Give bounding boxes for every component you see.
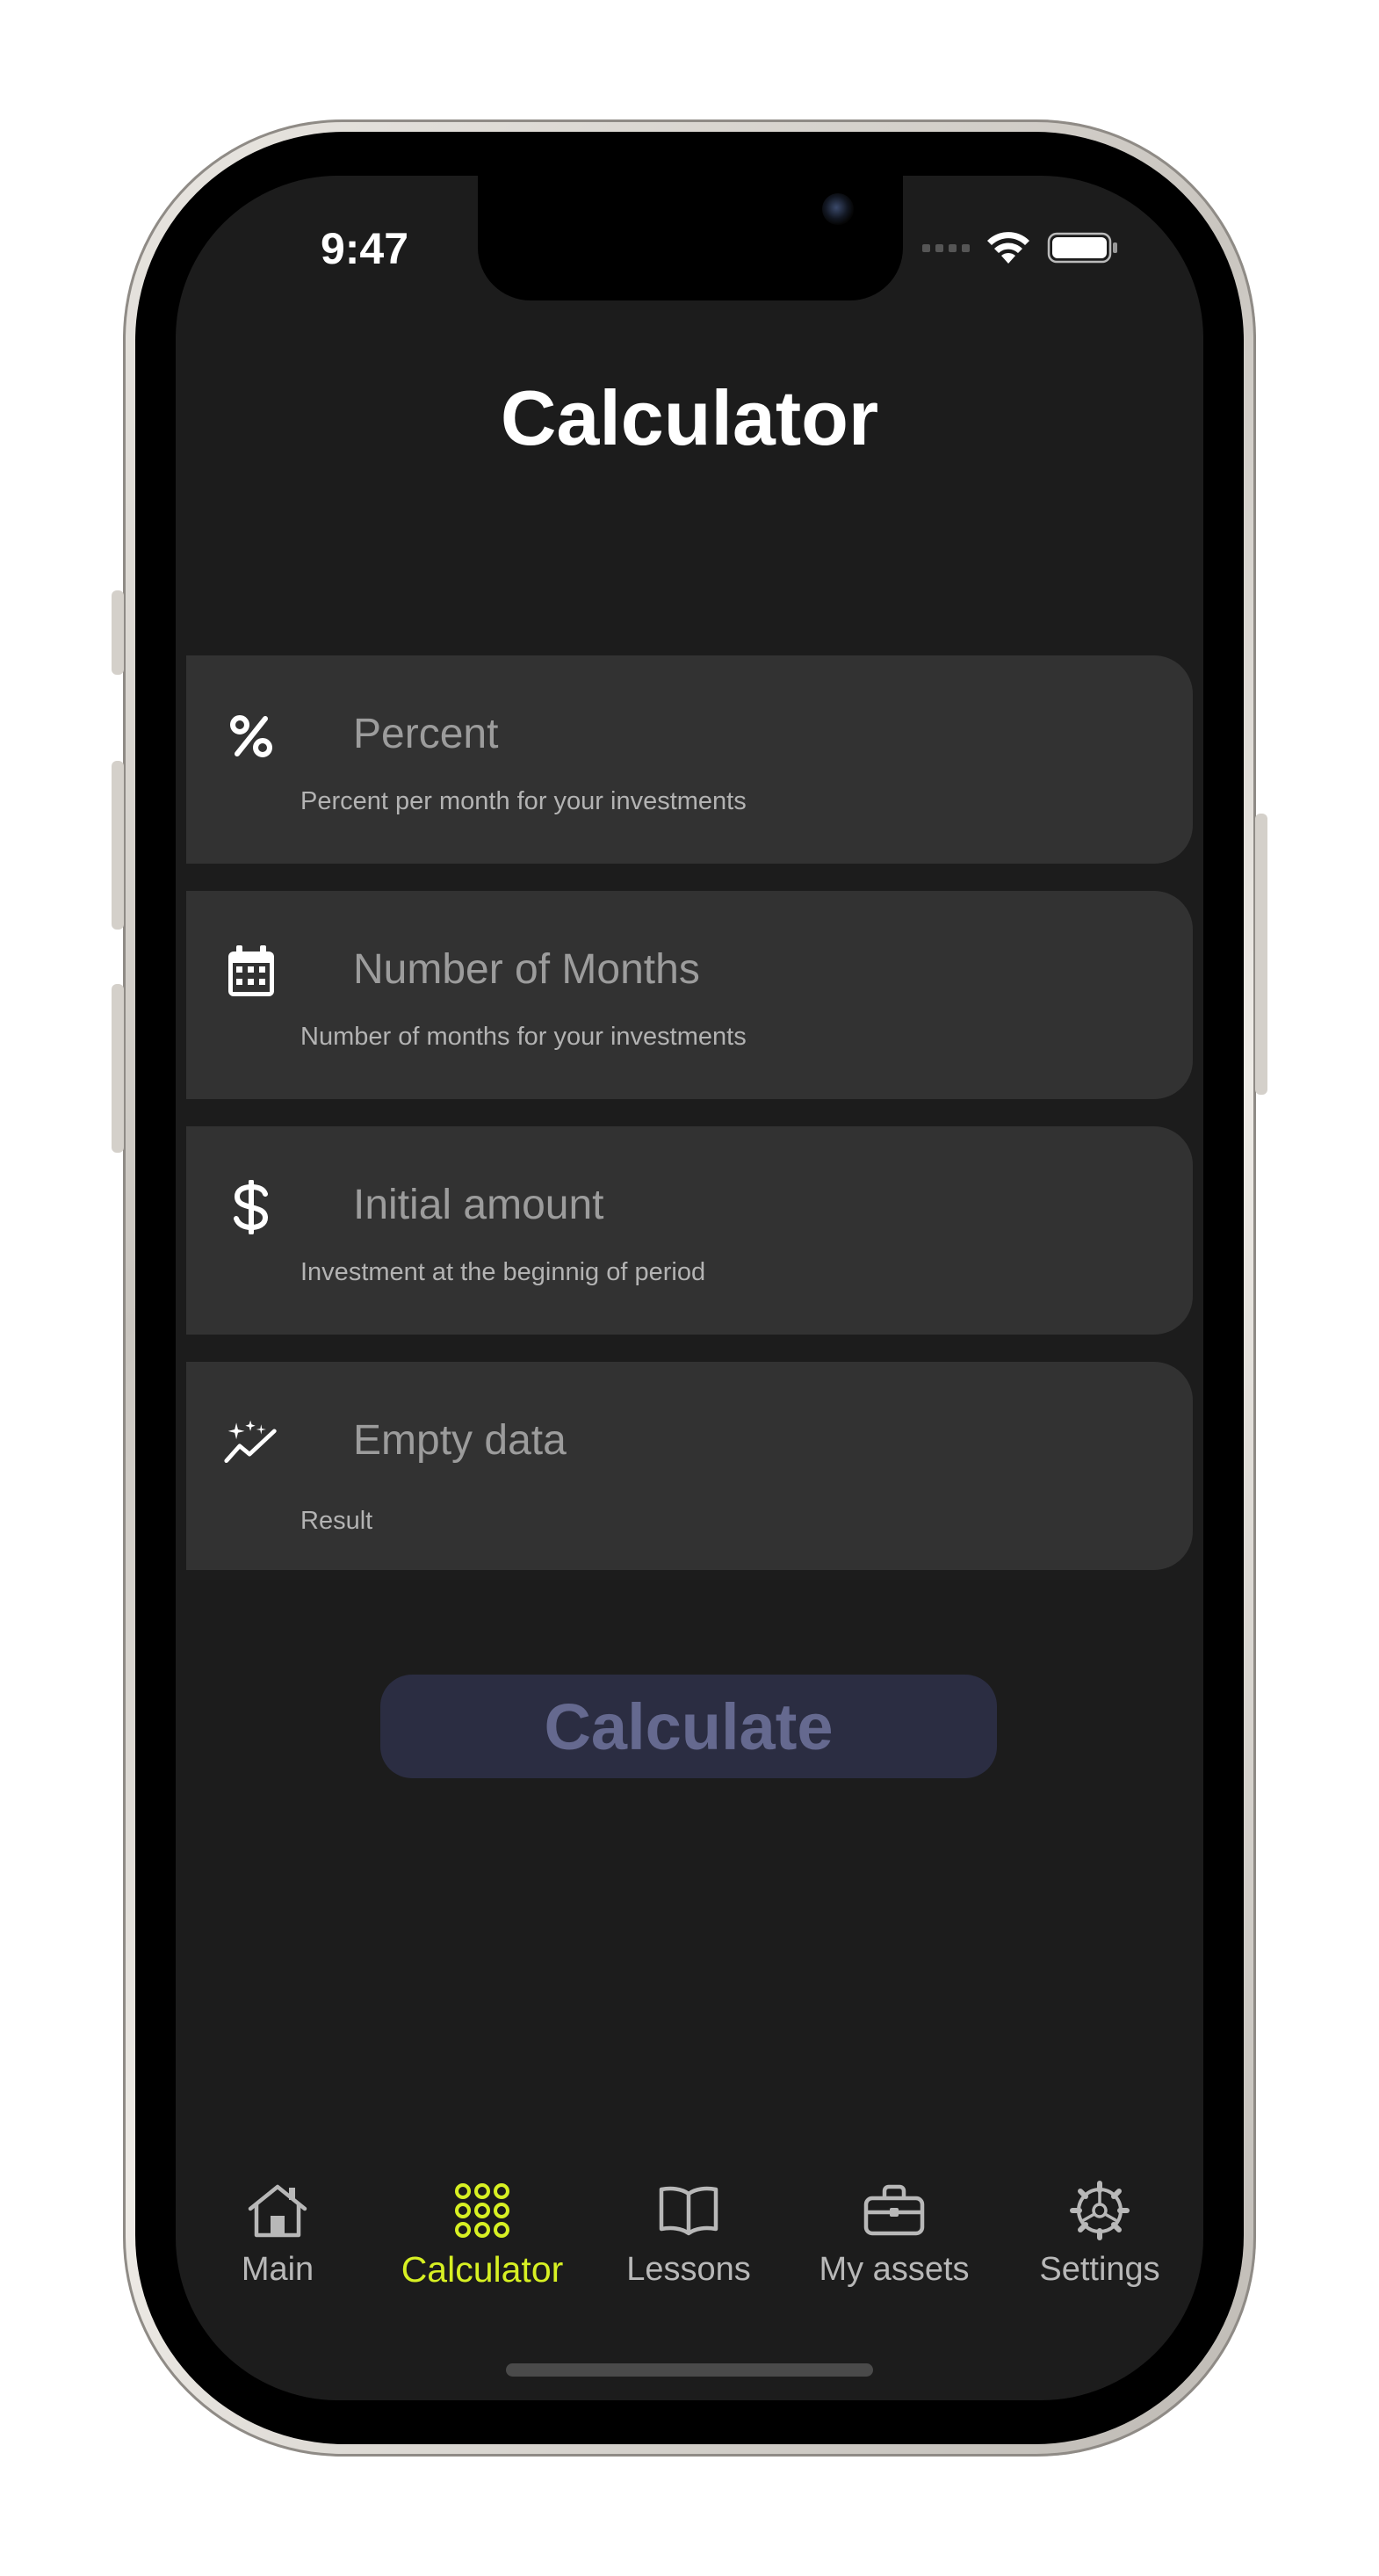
tab-calculator[interactable]: Calculator	[386, 2179, 579, 2290]
power-button	[1255, 814, 1267, 1095]
percent-placeholder[interactable]: Percent	[353, 710, 498, 758]
tab-lessons[interactable]: Lessons	[592, 2179, 785, 2289]
calendar-icon	[223, 944, 279, 1000]
volume-up-button	[112, 761, 124, 930]
percent-help-text: Percent per month for your investments	[300, 787, 747, 815]
calculator-grid-icon	[386, 2179, 579, 2242]
initial-amount-field[interactable]: Initial amount Investment at the beginni…	[186, 1126, 1193, 1335]
tab-lessons-label: Lessons	[626, 2251, 751, 2288]
screen: 9:47 Calculator Percent Percent per mont…	[176, 176, 1203, 2400]
percent-field[interactable]: Percent Percent per month for your inves…	[186, 655, 1193, 864]
months-field[interactable]: Number of Months Number of months for yo…	[186, 891, 1193, 1099]
tab-main-label: Main	[241, 2251, 314, 2288]
book-icon	[592, 2179, 785, 2242]
tab-settings[interactable]: Settings	[1003, 2179, 1196, 2289]
percent-icon	[223, 708, 279, 764]
volume-down-button	[112, 984, 124, 1153]
wifi-icon	[987, 232, 1029, 264]
months-placeholder[interactable]: Number of Months	[353, 945, 700, 994]
front-camera	[822, 193, 854, 225]
tab-main[interactable]: Main	[181, 2179, 374, 2289]
result-field: Empty data Result	[186, 1362, 1193, 1570]
cellular-signal-icon	[922, 243, 970, 252]
notch	[478, 176, 903, 300]
months-help-text: Number of months for your investments	[300, 1023, 747, 1051]
sparkle-chart-icon	[223, 1415, 279, 1471]
tab-my-assets[interactable]: My assets	[798, 2179, 991, 2289]
tab-my-assets-label: My assets	[819, 2251, 970, 2288]
gear-icon	[1003, 2179, 1196, 2242]
battery-icon	[1047, 232, 1117, 264]
dollar-icon	[223, 1179, 279, 1235]
tab-calculator-label: Calculator	[401, 2249, 564, 2290]
home-icon	[181, 2179, 374, 2242]
page-title: Calculator	[500, 374, 879, 461]
status-time: 9:47	[320, 224, 409, 273]
status-indicators	[922, 230, 1119, 265]
calculate-button[interactable]: Calculate	[380, 1675, 997, 1778]
result-value: Empty data	[353, 1417, 567, 1464]
tab-bar: Main Calculator Lessons My assets Settin…	[176, 2179, 1203, 2311]
tab-settings-label: Settings	[1039, 2251, 1160, 2288]
briefcase-icon	[798, 2179, 991, 2242]
home-indicator[interactable]	[506, 2363, 873, 2377]
result-help-text: Result	[300, 1507, 373, 1535]
initial-amount-placeholder[interactable]: Initial amount	[353, 1181, 604, 1229]
initial-amount-help-text: Investment at the beginnig of period	[300, 1258, 706, 1286]
mute-switch	[112, 590, 124, 675]
